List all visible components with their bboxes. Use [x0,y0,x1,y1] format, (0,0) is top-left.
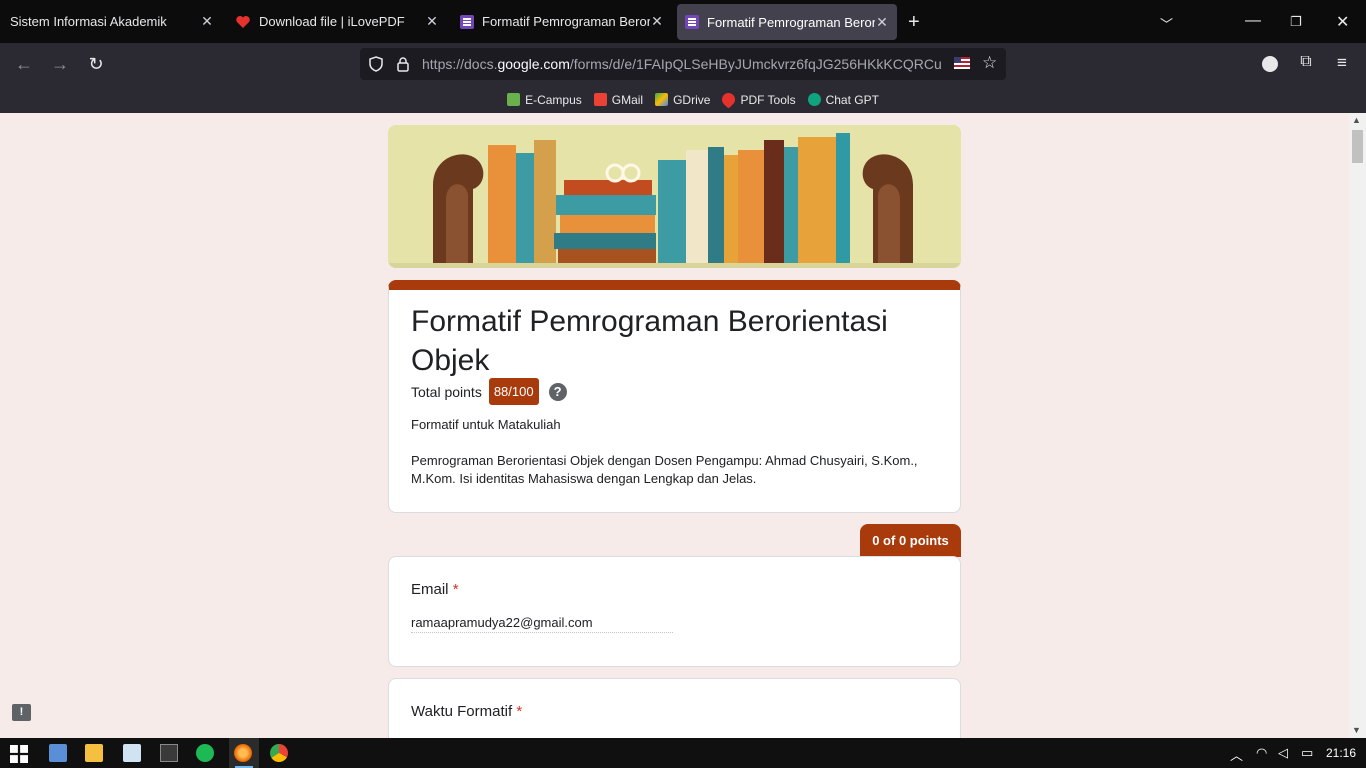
page-content: Formatif Pemrograman Berorientasi Objek … [0,113,1349,738]
bookmark-star-icon[interactable]: ☆ [982,53,997,73]
spotify-icon[interactable] [196,744,214,762]
gmail-icon [593,93,607,106]
question-title: Email [411,581,449,598]
question-label: Waktu Formatif * [411,703,522,720]
bookmark-chat-gpt[interactable]: Chat GPT [807,92,879,107]
tab-title: Formatif Pemrograman Berorie [707,14,875,30]
recycle-bin-icon[interactable] [49,744,67,762]
score-badge: 88/100 [488,378,539,405]
bookmark-gmail[interactable]: GMail [593,92,644,107]
chatgpt-icon [807,93,821,106]
close-tab-icon[interactable]: ✕ [875,15,889,29]
bookmark-label: E-Campus [525,92,582,107]
windows-taskbar: ︿ ◠ ◁ ▭ 21:16 [0,738,1366,768]
tab-bar: Sistem Informasi Akademik ✕ Download fil… [0,0,1366,43]
url-domain: google.com [497,56,570,72]
report-feedback-icon[interactable]: ! [12,704,31,721]
tab-title: Download file | iLovePDF [259,14,405,29]
question-title: Waktu Formatif [411,703,513,720]
ecampus-icon [507,93,521,106]
books-illustration [388,125,961,268]
minimize-icon[interactable]: — [1245,12,1261,30]
wifi-icon[interactable]: ◠ [1256,745,1267,761]
tab-formatif-1[interactable]: Formatif Pemrograman Berorie ✕ [452,0,672,43]
bookmark-ecampus[interactable]: E-Campus [507,93,582,107]
close-tab-icon[interactable]: ✕ [425,14,439,28]
shield-icon[interactable] [368,56,384,72]
total-points-label: Total points [411,383,482,400]
heart-icon [719,90,739,109]
header-banner-image [388,125,961,268]
google-forms-icon [460,14,474,29]
scroll-down-icon[interactable]: ▼ [1352,725,1361,735]
url-text[interactable]: https://docs.google.com/forms/d/e/1FAIpQ… [422,56,942,72]
gdrive-icon [655,93,669,106]
total-points-row: Total points 88/100 ? [411,378,567,405]
reload-icon[interactable]: ↻ [85,54,107,75]
form-description-line1: Formatif untuk Matakuliah [411,417,561,432]
required-asterisk: * [452,581,459,598]
tab-formatif-active[interactable]: Formatif Pemrograman Berorie ✕ [677,4,897,40]
show-hidden-icons-icon[interactable]: ︿ [1230,745,1243,764]
vertical-scrollbar[interactable]: ▲ ▼ [1349,113,1366,738]
required-asterisk: * [516,703,523,720]
bookmarks-toolbar: E-Campus GMail GDrive PDF Tools Chat GPT [0,86,1366,113]
menu-icon[interactable]: ≡ [1331,53,1353,73]
notepad-icon[interactable] [123,744,141,762]
close-tab-icon[interactable]: ✕ [650,14,664,28]
bookmark-label: GDrive [673,92,711,107]
tab-title: Formatif Pemrograman Berorie [482,14,650,29]
bookmark-label: GMail [611,92,644,107]
windows-start-icon[interactable] [10,745,28,763]
new-tab-icon[interactable]: + [908,11,920,34]
tab-sistem-informasi[interactable]: Sistem Informasi Akademik ✕ [0,0,222,43]
form-title: Formatif Pemrograman Berorientasi Objek [411,305,888,377]
volume-icon[interactable]: ◁ [1278,745,1288,761]
form-header-card: Formatif Pemrograman Berorientasi Objek … [388,280,961,513]
close-window-icon[interactable]: ✕ [1336,12,1349,32]
bookmark-gdrive[interactable]: GDrive [655,93,710,107]
tab-title: Sistem Informasi Akademik [10,14,167,29]
bookmark-pdf-tools[interactable]: PDF Tools [719,90,796,109]
email-answer: ramaapramudya22@gmail.com [411,615,673,633]
bookmark-label: PDF Tools [740,92,796,107]
chrome-icon[interactable] [270,744,288,762]
battery-icon[interactable]: ▭ [1301,745,1313,761]
question-card-email: Email * ramaapramudya22@gmail.com [388,556,961,667]
help-icon[interactable]: ? [548,382,567,401]
extensions-icon[interactable]: ⧉ [1295,53,1317,71]
google-forms-icon [685,15,699,29]
us-flag-icon[interactable] [954,57,970,69]
scroll-thumb[interactable] [1352,130,1363,163]
scroll-up-icon[interactable]: ▲ [1352,115,1361,125]
back-icon[interactable]: ← [13,54,35,75]
question-card-waktu: Waktu Formatif * [388,678,961,738]
forward-icon[interactable]: → [49,54,71,75]
terminal-icon[interactable] [160,744,178,762]
account-icon[interactable] [1262,56,1278,72]
url-path: /forms/d/e/1FAIpQLSeHByJUmckvrz6fqJG256H… [569,56,942,72]
tab-ilovepdf[interactable]: Download file | iLovePDF ✕ [227,0,447,43]
lock-icon[interactable] [396,56,410,72]
list-tabs-icon[interactable]: ﹀ [1160,14,1173,33]
question-label: Email * [411,581,459,598]
taskbar-clock[interactable]: 21:16 [1326,746,1356,760]
ilovepdf-heart-icon [236,15,250,28]
address-bar[interactable]: https://docs.google.com/forms/d/e/1FAIpQ… [360,48,1006,80]
bookmark-label: Chat GPT [825,92,879,107]
file-explorer-icon[interactable] [85,744,103,762]
close-tab-icon[interactable]: ✕ [200,14,214,28]
restore-icon[interactable]: ❐ [1290,14,1302,30]
firefox-icon[interactable] [234,744,252,762]
url-prefix: https://docs. [422,56,498,72]
navigation-toolbar: ← → ↻ https://docs.google.com/forms/d/e/… [0,43,1366,86]
section-points-badge: 0 of 0 points [860,524,961,557]
form-description-line2: Pemrograman Berorientasi Objek dengan Do… [411,453,918,486]
